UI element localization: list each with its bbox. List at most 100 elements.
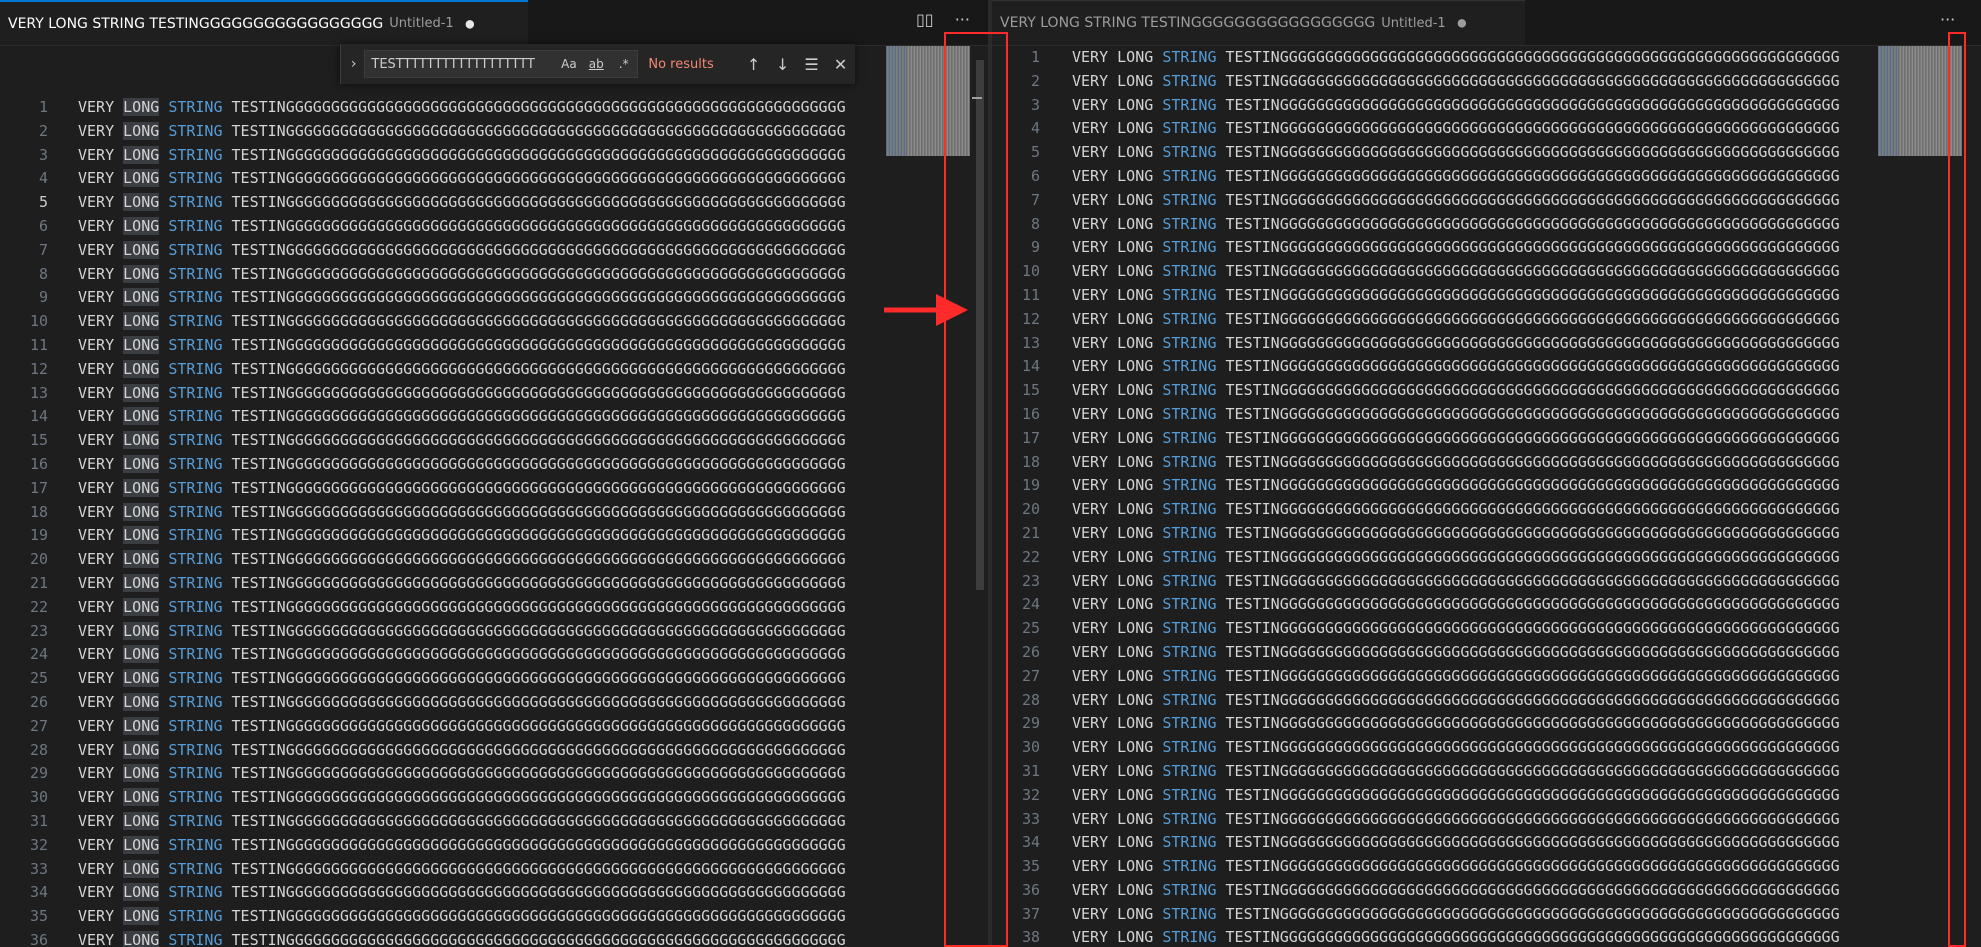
more-actions-icon[interactable]: ··· <box>955 10 970 29</box>
code-line[interactable]: 7 VERY LONG STRING TESTINGGGGGGGGGGGGGGGG… <box>0 239 988 263</box>
code-line[interactable]: 30 VERY LONG STRING TESTINGGGGGGGGGGGGGGG… <box>992 736 1981 760</box>
code-line[interactable]: 30 VERY LONG STRING TESTINGGGGGGGGGGGGGGG… <box>0 786 988 810</box>
code-line[interactable]: 27 VERY LONG STRING TESTINGGGGGGGGGGGGGGG… <box>992 665 1981 689</box>
code-line[interactable]: 22 VERY LONG STRING TESTINGGGGGGGGGGGGGGG… <box>992 546 1981 570</box>
editor-left[interactable]: 1 VERY LONG STRING TESTINGGGGGGGGGGGGGGGG… <box>0 46 988 947</box>
close-icon[interactable]: ✕ <box>826 55 855 74</box>
code-line[interactable]: 22 VERY LONG STRING TESTINGGGGGGGGGGGGGGG… <box>0 596 988 620</box>
code-line[interactable]: 31 VERY LONG STRING TESTINGGGGGGGGGGGGGGG… <box>0 810 988 834</box>
code-line[interactable]: 27 VERY LONG STRING TESTINGGGGGGGGGGGGGGG… <box>0 715 988 739</box>
code-line[interactable]: 23 VERY LONG STRING TESTINGGGGGGGGGGGGGGG… <box>0 620 988 644</box>
code-line[interactable]: 3 VERY LONG STRING TESTINGGGGGGGGGGGGGGGG… <box>992 94 1981 118</box>
code-line[interactable]: 28 VERY LONG STRING TESTINGGGGGGGGGGGGGGG… <box>0 739 988 763</box>
regex-icon[interactable]: .* <box>610 57 637 71</box>
code-line[interactable]: 3 VERY LONG STRING TESTINGGGGGGGGGGGGGGGG… <box>0 144 988 168</box>
code-line[interactable]: 5 VERY LONG STRING TESTINGGGGGGGGGGGGGGGG… <box>992 141 1981 165</box>
code-line[interactable]: 29 VERY LONG STRING TESTINGGGGGGGGGGGGGGG… <box>992 712 1981 736</box>
code-line[interactable]: 26 VERY LONG STRING TESTINGGGGGGGGGGGGGGG… <box>0 691 988 715</box>
code-line[interactable]: 14 VERY LONG STRING TESTINGGGGGGGGGGGGGGG… <box>0 405 988 429</box>
token-testing: TESTINGGGGGGGGGGGGGGGGGGGGGGGGGGGGGGGGGG… <box>1216 714 1840 733</box>
code-line[interactable]: 29 VERY LONG STRING TESTINGGGGGGGGGGGGGGG… <box>0 762 988 786</box>
code-line[interactable]: 35 VERY LONG STRING TESTINGGGGGGGGGGGGGGG… <box>992 855 1981 879</box>
code-line[interactable]: 7 VERY LONG STRING TESTINGGGGGGGGGGGGGGGG… <box>992 189 1981 213</box>
code-line[interactable]: 33 VERY LONG STRING TESTINGGGGGGGGGGGGGGG… <box>992 808 1981 832</box>
code-line[interactable]: 21 VERY LONG STRING TESTINGGGGGGGGGGGGGGG… <box>992 522 1981 546</box>
code-line[interactable]: 11 VERY LONG STRING TESTINGGGGGGGGGGGGGGG… <box>0 334 988 358</box>
code-line[interactable]: 9 VERY LONG STRING TESTINGGGGGGGGGGGGGGGG… <box>0 286 988 310</box>
code-line[interactable]: 19 VERY LONG STRING TESTINGGGGGGGGGGGGGGG… <box>0 524 988 548</box>
editor-right[interactable]: 1 VERY LONG STRING TESTINGGGGGGGGGGGGGGGG… <box>992 46 1981 947</box>
code-line[interactable]: 6 VERY LONG STRING TESTINGGGGGGGGGGGGGGGG… <box>992 165 1981 189</box>
code-line[interactable]: 6 VERY LONG STRING TESTINGGGGGGGGGGGGGGGG… <box>0 215 988 239</box>
code-line[interactable]: 28 VERY LONG STRING TESTINGGGGGGGGGGGGGGG… <box>992 689 1981 713</box>
code-line[interactable]: 18 VERY LONG STRING TESTINGGGGGGGGGGGGGGG… <box>992 451 1981 475</box>
code-line[interactable]: 8 VERY LONG STRING TESTINGGGGGGGGGGGGGGGG… <box>0 263 988 287</box>
code-line[interactable]: 15 VERY LONG STRING TESTINGGGGGGGGGGGGGGG… <box>992 379 1981 403</box>
minimap-right[interactable] <box>1878 46 1962 156</box>
code-line[interactable]: 25 VERY LONG STRING TESTINGGGGGGGGGGGGGGG… <box>992 617 1981 641</box>
code-line[interactable]: 5 VERY LONG STRING TESTINGGGGGGGGGGGGGGGG… <box>0 191 988 215</box>
code-line[interactable]: 36 VERY LONG STRING TESTINGGGGGGGGGGGGGGG… <box>992 879 1981 903</box>
more-actions-icon[interactable]: ··· <box>1940 10 1955 29</box>
toggle-replace-icon[interactable]: › <box>345 56 362 72</box>
dirty-indicator-icon[interactable]: ● <box>1458 15 1466 31</box>
code-line[interactable]: 15 VERY LONG STRING TESTINGGGGGGGGGGGGGGG… <box>0 429 988 453</box>
code-line[interactable]: 36 VERY LONG STRING TESTINGGGGGGGGGGGGGGG… <box>0 929 988 947</box>
scrollbar-slider-left[interactable] <box>976 60 984 590</box>
code-line[interactable]: 31 VERY LONG STRING TESTINGGGGGGGGGGGGGGG… <box>992 760 1981 784</box>
code-line[interactable]: 13 VERY LONG STRING TESTINGGGGGGGGGGGGGGG… <box>0 382 988 406</box>
token-long: LONG <box>123 764 160 783</box>
code-line[interactable]: 35 VERY LONG STRING TESTINGGGGGGGGGGGGGGG… <box>0 905 988 929</box>
code-line[interactable]: 25 VERY LONG STRING TESTINGGGGGGGGGGGGGGG… <box>0 667 988 691</box>
find-input[interactable] <box>365 55 556 73</box>
code-line[interactable]: 20 VERY LONG STRING TESTINGGGGGGGGGGGGGGG… <box>0 548 988 572</box>
minimap-left[interactable] <box>886 46 970 156</box>
code-line[interactable]: 1 VERY LONG STRING TESTINGGGGGGGGGGGGGGGG… <box>992 46 1981 70</box>
code-line[interactable]: 17 VERY LONG STRING TESTINGGGGGGGGGGGGGGG… <box>0 477 988 501</box>
code-line[interactable]: 10 VERY LONG STRING TESTINGGGGGGGGGGGGGGG… <box>0 310 988 334</box>
code-line[interactable]: 32 VERY LONG STRING TESTINGGGGGGGGGGGGGGG… <box>0 834 988 858</box>
code-line[interactable]: 2 VERY LONG STRING TESTINGGGGGGGGGGGGGGGG… <box>0 120 988 144</box>
code-line[interactable]: 1 VERY LONG STRING TESTINGGGGGGGGGGGGGGGG… <box>0 96 988 120</box>
code-line[interactable]: 21 VERY LONG STRING TESTINGGGGGGGGGGGGGGG… <box>0 572 988 596</box>
code-line[interactable]: 34 VERY LONG STRING TESTINGGGGGGGGGGGGGGG… <box>0 881 988 905</box>
code-line[interactable]: 16 VERY LONG STRING TESTINGGGGGGGGGGGGGGG… <box>0 453 988 477</box>
code-line[interactable]: 2 VERY LONG STRING TESTINGGGGGGGGGGGGGGGG… <box>992 70 1981 94</box>
code-line[interactable]: 9 VERY LONG STRING TESTINGGGGGGGGGGGGGGGG… <box>992 236 1981 260</box>
code-line[interactable]: 23 VERY LONG STRING TESTINGGGGGGGGGGGGGGG… <box>992 570 1981 594</box>
code-line[interactable]: 17 VERY LONG STRING TESTINGGGGGGGGGGGGGGG… <box>992 427 1981 451</box>
tab-untitled-1-left[interactable]: VERY LONG STRING TESTINGGGGGGGGGGGGGGGGG… <box>0 0 528 45</box>
find-in-selection-icon[interactable]: ☰ <box>797 55 826 74</box>
code-line[interactable]: 12 VERY LONG STRING TESTINGGGGGGGGGGGGGGG… <box>0 358 988 382</box>
code-line[interactable]: 24 VERY LONG STRING TESTINGGGGGGGGGGGGGGG… <box>0 643 988 667</box>
code-line[interactable]: 14 VERY LONG STRING TESTINGGGGGGGGGGGGGGG… <box>992 355 1981 379</box>
code-line[interactable]: 38 VERY LONG STRING TESTINGGGGGGGGGGGGGGG… <box>992 926 1981 947</box>
code-line[interactable]: 33 VERY LONG STRING TESTINGGGGGGGGGGGGGGG… <box>0 858 988 882</box>
code-line[interactable]: 4 VERY LONG STRING TESTINGGGGGGGGGGGGGGGG… <box>0 167 988 191</box>
match-case-icon[interactable]: Aa <box>555 57 582 71</box>
code-line[interactable]: 24 VERY LONG STRING TESTINGGGGGGGGGGGGGGG… <box>992 593 1981 617</box>
split-editor-icon[interactable]: ▯▯ <box>916 10 934 29</box>
code-line[interactable]: 19 VERY LONG STRING TESTINGGGGGGGGGGGGGGG… <box>992 474 1981 498</box>
code-line[interactable]: 13 VERY LONG STRING TESTINGGGGGGGGGGGGGGG… <box>992 332 1981 356</box>
whole-word-icon[interactable]: ab <box>583 57 610 71</box>
code-line[interactable]: 11 VERY LONG STRING TESTINGGGGGGGGGGGGGGG… <box>992 284 1981 308</box>
code-line[interactable]: 32 VERY LONG STRING TESTINGGGGGGGGGGGGGGG… <box>992 784 1981 808</box>
tab-untitled-1-right[interactable]: VERY LONG STRING TESTINGGGGGGGGGGGGGGGGG… <box>992 0 1525 45</box>
code-line[interactable]: 8 VERY LONG STRING TESTINGGGGGGGGGGGGGGGG… <box>992 213 1981 237</box>
code-line[interactable]: 20 VERY LONG STRING TESTINGGGGGGGGGGGGGGG… <box>992 498 1981 522</box>
code-line[interactable]: 12 VERY LONG STRING TESTINGGGGGGGGGGGGGGG… <box>992 308 1981 332</box>
code-line[interactable]: 37 VERY LONG STRING TESTINGGGGGGGGGGGGGGG… <box>992 903 1981 927</box>
code-line[interactable]: 34 VERY LONG STRING TESTINGGGGGGGGGGGGGGG… <box>992 831 1981 855</box>
code-line[interactable]: 10 VERY LONG STRING TESTINGGGGGGGGGGGGGGG… <box>992 260 1981 284</box>
next-match-icon[interactable]: ↓ <box>768 55 797 74</box>
code-line[interactable]: 18 VERY LONG STRING TESTINGGGGGGGGGGGGGGG… <box>0 501 988 525</box>
code-line[interactable]: 4 VERY LONG STRING TESTINGGGGGGGGGGGGGGGG… <box>992 117 1981 141</box>
code-line[interactable]: 26 VERY LONG STRING TESTINGGGGGGGGGGGGGGG… <box>992 641 1981 665</box>
code-line[interactable]: 16 VERY LONG STRING TESTINGGGGGGGGGGGGGGG… <box>992 403 1981 427</box>
previous-match-icon[interactable]: ↑ <box>739 55 768 74</box>
vertical-scrollbar-left[interactable] <box>970 46 984 947</box>
dirty-indicator-icon[interactable]: ● <box>466 16 474 32</box>
